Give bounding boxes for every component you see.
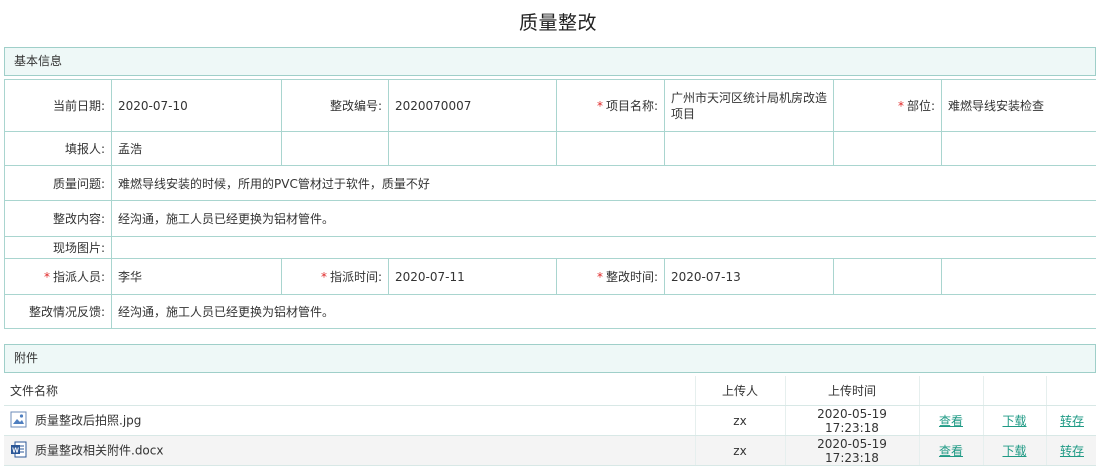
content-label: 整改内容: bbox=[5, 201, 112, 237]
table-row: 质量整改后拍照.jpg zx 2020-05-19 17:23:18 查看 下载… bbox=[4, 406, 1096, 436]
attachments-header: 附件 bbox=[4, 344, 1096, 373]
assignee-value: 李华 bbox=[112, 259, 282, 295]
code-value: 2020070007 bbox=[389, 80, 557, 132]
file-name: 质量整改相关附件.docx bbox=[35, 443, 163, 457]
info-row-2: 填报人: 孟浩 bbox=[5, 132, 1096, 166]
feedback-value: 经沟通，施工人员已经更换为铝材管件。 bbox=[112, 295, 1096, 329]
basic-info-table: 当前日期: 2020-07-10 整改编号: 2020070007 *项目名称:… bbox=[4, 79, 1096, 329]
col-empty bbox=[983, 376, 1046, 406]
download-link[interactable]: 下载 bbox=[1002, 444, 1026, 458]
assign-time-label: *指派时间: bbox=[282, 259, 389, 295]
file-name-cell: W 质量整改相关附件.docx bbox=[4, 436, 695, 466]
svg-text:W: W bbox=[12, 447, 19, 454]
download-link[interactable]: 下载 bbox=[1002, 414, 1026, 428]
reporter-value: 孟浩 bbox=[112, 132, 282, 166]
part-value: 难燃导线安装检查 bbox=[942, 80, 1096, 132]
col-file-name: 文件名称 bbox=[4, 376, 695, 406]
project-label: *项目名称: bbox=[557, 80, 665, 132]
required-mark: * bbox=[597, 270, 603, 284]
col-empty bbox=[919, 376, 983, 406]
view-link[interactable]: 查看 bbox=[939, 414, 963, 428]
info-row-5: 现场图片: bbox=[5, 237, 1096, 259]
empty-cell bbox=[389, 132, 557, 166]
required-mark: * bbox=[597, 99, 603, 113]
word-file-icon: W bbox=[10, 441, 27, 461]
feedback-label: 整改情况反馈: bbox=[5, 295, 112, 329]
date-value: 2020-07-10 bbox=[112, 80, 282, 132]
fix-time-label: *整改时间: bbox=[557, 259, 665, 295]
reporter-label: 填报人: bbox=[5, 132, 112, 166]
photo-value bbox=[112, 237, 1096, 259]
info-row-7: 整改情况反馈: 经沟通，施工人员已经更换为铝材管件。 bbox=[5, 295, 1096, 329]
code-label: 整改编号: bbox=[282, 80, 389, 132]
required-mark: * bbox=[321, 270, 327, 284]
empty-cell bbox=[665, 132, 834, 166]
file-uploader: zx bbox=[695, 436, 785, 466]
view-link[interactable]: 查看 bbox=[939, 444, 963, 458]
file-time: 2020-05-19 17:23:18 bbox=[785, 436, 919, 466]
table-row: W 质量整改相关附件.docx zx 2020-05-19 17:23:18 查… bbox=[4, 436, 1096, 466]
part-label: *部位: bbox=[834, 80, 942, 132]
empty-cell bbox=[942, 132, 1096, 166]
col-empty bbox=[1046, 376, 1096, 406]
info-row-6: *指派人员: 李华 *指派时间: 2020-07-11 *整改时间: 2020-… bbox=[5, 259, 1096, 295]
attachments-table: 文件名称 上传人 上传时间 质量整改后拍照.jpg zx 2020-05-19 … bbox=[4, 376, 1096, 466]
save-link[interactable]: 转存 bbox=[1060, 414, 1084, 428]
page-title: 质量整改 bbox=[0, 8, 1096, 35]
attachments-header-row: 文件名称 上传人 上传时间 bbox=[4, 376, 1096, 406]
col-upload-time: 上传时间 bbox=[785, 376, 919, 406]
empty-cell bbox=[834, 259, 942, 295]
info-row-4: 整改内容: 经沟通，施工人员已经更换为铝材管件。 bbox=[5, 201, 1096, 237]
file-name: 质量整改后拍照.jpg bbox=[35, 413, 141, 427]
empty-cell bbox=[834, 132, 942, 166]
issue-label: 质量问题: bbox=[5, 166, 112, 201]
empty-cell bbox=[557, 132, 665, 166]
empty-cell bbox=[942, 259, 1096, 295]
file-name-cell: 质量整改后拍照.jpg bbox=[4, 406, 695, 436]
image-file-icon bbox=[10, 411, 27, 431]
file-time: 2020-05-19 17:23:18 bbox=[785, 406, 919, 436]
fix-time-value: 2020-07-13 bbox=[665, 259, 834, 295]
photo-label: 现场图片: bbox=[5, 237, 112, 259]
date-label: 当前日期: bbox=[5, 80, 112, 132]
content-value: 经沟通，施工人员已经更换为铝材管件。 bbox=[112, 201, 1096, 237]
info-row-3: 质量问题: 难燃导线安装的时候，所用的PVC管材过于软件，质量不好 bbox=[5, 166, 1096, 201]
info-row-1: 当前日期: 2020-07-10 整改编号: 2020070007 *项目名称:… bbox=[5, 80, 1096, 132]
basic-info-header: 基本信息 bbox=[4, 47, 1096, 76]
col-uploader: 上传人 bbox=[695, 376, 785, 406]
assignee-label: *指派人员: bbox=[5, 259, 112, 295]
issue-value: 难燃导线安装的时候，所用的PVC管材过于软件，质量不好 bbox=[112, 166, 1096, 201]
assign-time-value: 2020-07-11 bbox=[389, 259, 557, 295]
empty-cell bbox=[282, 132, 389, 166]
required-mark: * bbox=[44, 270, 50, 284]
required-mark: * bbox=[898, 99, 904, 113]
project-value: 广州市天河区统计局机房改造项目 bbox=[665, 80, 834, 132]
file-uploader: zx bbox=[695, 406, 785, 436]
save-link[interactable]: 转存 bbox=[1060, 444, 1084, 458]
